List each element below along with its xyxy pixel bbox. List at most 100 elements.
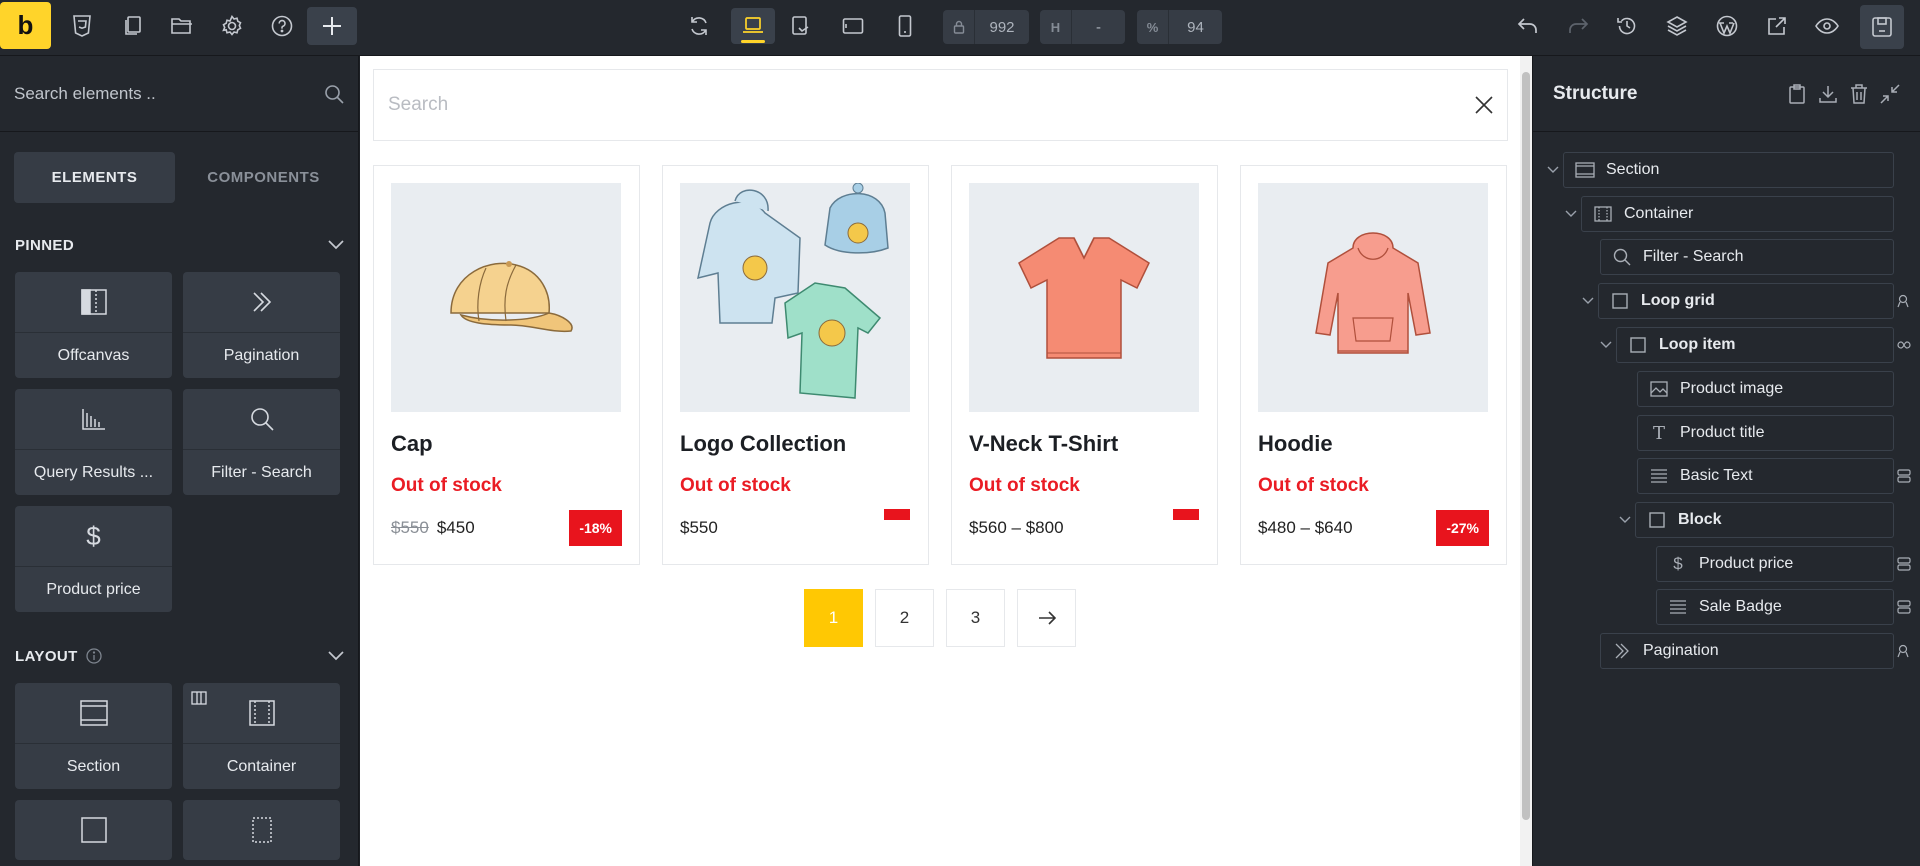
add-element-button[interactable]	[307, 7, 357, 45]
element-card-product-price[interactable]: $ Product price	[15, 506, 172, 612]
canvas-width-value[interactable]: 992	[975, 19, 1029, 36]
stock-status: Out of stock	[680, 475, 791, 496]
query-indicator-icon[interactable]	[1897, 294, 1911, 308]
tree-node-product-image[interactable]: Product image	[1637, 371, 1894, 407]
close-icon[interactable]	[1475, 96, 1493, 114]
page-1-button[interactable]: 1	[804, 589, 863, 647]
help-icon[interactable]	[264, 8, 300, 44]
loop-indicator-icon[interactable]	[1897, 338, 1911, 352]
div-icon	[251, 800, 272, 860]
history-icon[interactable]	[1609, 8, 1645, 44]
save-icon[interactable]	[1860, 5, 1904, 49]
breakpoint-laptop-icon[interactable]	[731, 8, 775, 44]
tree-node-basic-text[interactable]: Basic Text	[1637, 458, 1894, 494]
chevron-down-icon[interactable]	[1578, 297, 1598, 305]
chevron-down-icon[interactable]	[1596, 341, 1616, 349]
tree-node-loop-grid[interactable]: Loop grid	[1578, 283, 1894, 319]
trash-icon[interactable]	[1850, 83, 1868, 104]
elements-search[interactable]: Search elements ..	[0, 56, 358, 132]
product-title[interactable]: Cap	[391, 431, 433, 457]
preview-canvas[interactable]: Search Cap Out of stock $550 $450 -18% L…	[360, 56, 1524, 866]
element-card-filter-search[interactable]: Filter - Search	[183, 389, 340, 495]
product-title[interactable]: Logo Collection	[680, 431, 846, 457]
undo-icon[interactable]	[1510, 8, 1546, 44]
settings-icon[interactable]	[214, 8, 250, 44]
dynamic-data-icon[interactable]	[1897, 557, 1911, 571]
chevron-down-icon[interactable]	[1543, 166, 1563, 174]
refresh-icon[interactable]	[681, 8, 717, 44]
product-card[interactable]: V-Neck T-Shirt Out of stock $560 – $800	[951, 165, 1218, 565]
element-card-div[interactable]	[183, 800, 340, 860]
element-card-section[interactable]: Section	[15, 683, 172, 789]
product-image[interactable]	[1258, 183, 1488, 412]
scrollbar-thumb[interactable]	[1522, 72, 1530, 820]
breakpoint-mobile-icon[interactable]	[887, 8, 923, 44]
product-card[interactable]: Logo Collection Out of stock $550	[662, 165, 929, 565]
element-card-query-results[interactable]: Query Results ...	[15, 389, 172, 495]
tree-node-product-price[interactable]: $ Product price	[1656, 546, 1894, 582]
product-card[interactable]: Cap Out of stock $550 $450 -18%	[373, 165, 640, 565]
css3-icon[interactable]	[64, 8, 100, 44]
chevron-down-icon[interactable]	[328, 240, 344, 250]
product-image[interactable]	[969, 183, 1199, 412]
canvas-scrollbar[interactable]	[1520, 56, 1532, 866]
elements-search-input[interactable]: Search elements ..	[14, 84, 324, 104]
breakpoint-tablet-landscape-icon[interactable]	[783, 8, 819, 44]
page-3-button[interactable]: 3	[946, 589, 1005, 647]
element-card-pagination[interactable]: Pagination	[183, 272, 340, 378]
pinned-heading[interactable]: PINNED	[0, 225, 358, 265]
tree-node-block[interactable]: Block	[1615, 502, 1894, 538]
clipboard-icon[interactable]	[1788, 83, 1806, 104]
folder-icon[interactable]	[164, 8, 200, 44]
product-price: $550	[680, 518, 718, 537]
tree-node-container[interactable]: Container	[1561, 196, 1894, 232]
tab-elements[interactable]: ELEMENTS	[14, 152, 175, 203]
preview-eye-icon[interactable]	[1809, 8, 1845, 44]
page-2-button[interactable]: 2	[875, 589, 934, 647]
element-card-container[interactable]: Container	[183, 683, 340, 789]
pages-icon[interactable]	[114, 8, 150, 44]
tree-node-section[interactable]: Section	[1543, 152, 1894, 188]
layers-icon[interactable]	[1659, 8, 1695, 44]
canvas-width-input[interactable]: 992	[943, 10, 1029, 44]
product-title[interactable]: Hoodie	[1258, 431, 1333, 457]
search-icon[interactable]	[324, 84, 344, 104]
wordpress-icon[interactable]	[1709, 8, 1745, 44]
builder-logo[interactable]: b	[0, 2, 51, 49]
dynamic-data-icon[interactable]	[1897, 600, 1911, 614]
canvas-zoom-value[interactable]: 94	[1169, 19, 1222, 36]
tree-node-product-title[interactable]: T Product title	[1637, 415, 1894, 451]
filter-search-input[interactable]: Search	[388, 94, 1475, 116]
product-price: $560 – $800	[969, 518, 1064, 537]
chevron-down-icon[interactable]	[1561, 210, 1581, 218]
download-icon[interactable]	[1818, 84, 1838, 104]
chevron-down-icon[interactable]	[328, 651, 344, 661]
query-indicator-icon[interactable]	[1897, 644, 1911, 658]
canvas-height-input[interactable]: H -	[1040, 10, 1125, 44]
dynamic-data-icon[interactable]	[1897, 469, 1911, 483]
tree-node-filter-search[interactable]: Filter - Search	[1600, 239, 1894, 275]
tab-components[interactable]: COMPONENTS	[183, 152, 344, 203]
product-title[interactable]: V-Neck T-Shirt	[969, 431, 1118, 457]
lock-icon[interactable]	[943, 10, 975, 44]
chevron-down-icon[interactable]	[1615, 516, 1635, 524]
collapse-icon[interactable]	[1880, 83, 1900, 104]
canvas-height-value[interactable]: -	[1072, 19, 1125, 36]
filter-search-box[interactable]: Search	[373, 69, 1508, 141]
redo-icon[interactable]	[1560, 8, 1596, 44]
layout-heading[interactable]: LAYOUT	[0, 636, 358, 676]
breakpoint-tablet-icon[interactable]	[835, 8, 871, 44]
next-page-button[interactable]	[1017, 589, 1076, 647]
info-icon[interactable]	[86, 648, 102, 664]
tree-node-loop-item[interactable]: Loop item	[1596, 327, 1894, 363]
tree-node-pagination[interactable]: Pagination	[1600, 633, 1894, 669]
element-card-offcanvas[interactable]: Offcanvas	[15, 272, 172, 378]
product-card[interactable]: Hoodie Out of stock $480 – $640 -27%	[1240, 165, 1507, 565]
product-image[interactable]	[391, 183, 621, 412]
search-icon	[249, 389, 275, 449]
product-image[interactable]	[680, 183, 910, 412]
tree-node-sale-badge[interactable]: Sale Badge	[1656, 589, 1894, 625]
canvas-zoom-input[interactable]: % 94	[1137, 10, 1222, 44]
element-card-block[interactable]	[15, 800, 172, 860]
external-link-icon[interactable]	[1759, 8, 1795, 44]
